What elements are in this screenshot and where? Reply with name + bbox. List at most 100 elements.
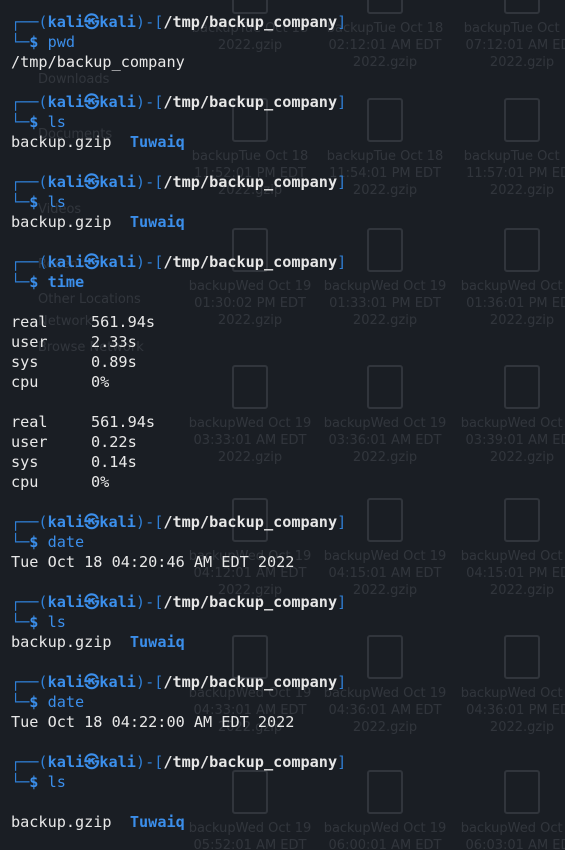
archive-file-icon — [504, 228, 540, 272]
ls-output-line: backup.gzip Tuwaiq — [11, 212, 346, 232]
file-entry: backup.gzip — [11, 133, 112, 151]
prompt-user: kali — [47, 93, 85, 111]
time-value: 561.94s — [91, 313, 156, 331]
ls-output-line: backup.gzip Tuwaiq — [11, 632, 346, 652]
prompt-frame: ] — [337, 13, 347, 31]
archive-file-icon — [367, 0, 403, 14]
prompt-frame: └─ — [11, 273, 30, 291]
prompt-path: /tmp/backup_company — [163, 593, 338, 611]
background-file-tile: backupTue Oct 18 07:12:01 AM EDT 2022.gzip — [457, 0, 565, 71]
prompt-frame: ] — [337, 253, 347, 271]
time-label: user — [11, 333, 48, 351]
background-file-tile: backupWed Oct 19 03:39:01 AM EDT 2022.gzip — [457, 365, 565, 466]
prompt-skull-icon: ㉿ — [84, 93, 100, 111]
prompt-frame: ] — [337, 513, 347, 531]
prompt-frame: )-[ — [135, 753, 164, 771]
archive-file-icon — [367, 365, 403, 409]
file-entry: backup.gzip — [11, 813, 112, 831]
prompt-skull-icon: ㉿ — [84, 13, 100, 31]
prompt-skull-icon: ㉿ — [84, 593, 100, 611]
time-label: sys — [11, 353, 39, 371]
background-file-name: 06:03:01 AM EDT — [465, 838, 565, 850]
prompt-skull-icon: ㉿ — [84, 173, 100, 191]
command-text: ls — [47, 613, 66, 631]
time-label: sys — [11, 453, 39, 471]
prompt-user: kali — [47, 673, 85, 691]
prompt-frame: )-[ — [135, 673, 164, 691]
background-file-name: 04:36:01 PM EDT — [466, 703, 565, 718]
prompt-user: kali — [47, 593, 85, 611]
prompt-host: kali — [99, 513, 136, 531]
time-label: cpu — [11, 373, 39, 391]
command-text: date — [47, 533, 85, 551]
archive-file-icon — [504, 98, 540, 142]
directory-entry: Tuwaiq — [129, 633, 185, 651]
archive-file-icon — [367, 98, 403, 142]
prompt-frame: ] — [337, 753, 347, 771]
prompt-path: /tmp/backup_company — [163, 253, 338, 271]
terminal-window[interactable]: backupTue Oct 18 2022.gzip backupTue Oct 1… — [0, 0, 565, 850]
command-output-line: Tue Oct 18 04:20:46 AM EDT 2022 — [11, 552, 346, 572]
directory-entry: Tuwaiq — [129, 133, 185, 151]
prompt-line: ┌──(kali㉿kali)-[/tmp/backup_company] — [11, 512, 346, 532]
prompt-line: ┌──(kali㉿kali)-[/tmp/backup_company] — [11, 172, 346, 192]
prompt-frame: └─ — [11, 193, 30, 211]
file-entry: backup.gzip — [11, 213, 112, 231]
directory-entry: Tuwaiq — [129, 813, 185, 831]
prompt-path: /tmp/backup_company — [163, 753, 338, 771]
prompt-line: ┌──(kali㉿kali)-[/tmp/backup_company] — [11, 672, 346, 692]
time-output-line: cpu 0% — [11, 472, 346, 492]
background-file-name: 01:36:01 PM EDT — [466, 296, 565, 311]
prompt-host: kali — [99, 593, 136, 611]
background-file-name: 2022.gzip — [489, 313, 555, 328]
prompt-frame: ┌──( — [11, 753, 48, 771]
command-line: └─$ date — [11, 692, 346, 712]
prompt-frame: └─ — [11, 773, 30, 791]
terminal-output: ┌──(kali㉿kali)-[/tmp/backup_company] └─$ … — [11, 12, 346, 832]
prompt-user: kali — [47, 173, 85, 191]
archive-file-icon — [367, 635, 403, 679]
command-line: └─$ ls — [11, 772, 346, 792]
command-text: date — [47, 693, 85, 711]
background-file-name: 2022.gzip — [489, 720, 555, 735]
time-label: user — [11, 433, 48, 451]
background-file-name: backupTue Oct 18 — [463, 21, 565, 36]
archive-file-icon — [504, 770, 540, 814]
time-output-line: real 561.94s — [11, 412, 346, 432]
prompt-host: kali — [99, 253, 136, 271]
background-file-name: 06:00:01 AM EDT — [328, 838, 442, 850]
command-text: pwd — [47, 33, 76, 51]
prompt-line: ┌──(kali㉿kali)-[/tmp/backup_company] — [11, 12, 346, 32]
command-text: time — [47, 273, 85, 291]
prompt-frame: ┌──( — [11, 13, 48, 31]
ls-output-line: backup.gzip Tuwaiq — [11, 132, 346, 152]
background-file-tile: backupTue Oct 18 11:57:01 PM EDT 2022.gzip — [457, 98, 565, 199]
time-output-line: sys 0.14s — [11, 452, 346, 472]
command-line: └─$ pwd — [11, 32, 346, 52]
prompt-line: ┌──(kali㉿kali)-[/tmp/backup_company] — [11, 752, 346, 772]
directory-entry: Tuwaiq — [129, 213, 185, 231]
prompt-frame: ┌──( — [11, 253, 48, 271]
time-output-line: real 561.94s — [11, 312, 346, 332]
command-line: └─$ ls — [11, 112, 346, 132]
time-output-line: cpu 0% — [11, 372, 346, 392]
prompt-frame: ] — [337, 173, 347, 191]
archive-file-icon — [367, 228, 403, 272]
archive-file-icon — [504, 0, 540, 14]
time-label: cpu — [11, 473, 39, 491]
background-file-tile: backupWed Oct 19 06:03:01 AM EDT — [457, 770, 565, 850]
output-text: /tmp/backup_company — [11, 53, 185, 71]
background-file-name: 2022.gzip — [489, 450, 555, 465]
time-value: 0% — [91, 373, 110, 391]
archive-file-icon — [367, 770, 403, 814]
prompt-frame: )-[ — [135, 593, 164, 611]
prompt-path: /tmp/backup_company — [163, 173, 338, 191]
background-file-name: 2022.gzip — [489, 583, 555, 598]
